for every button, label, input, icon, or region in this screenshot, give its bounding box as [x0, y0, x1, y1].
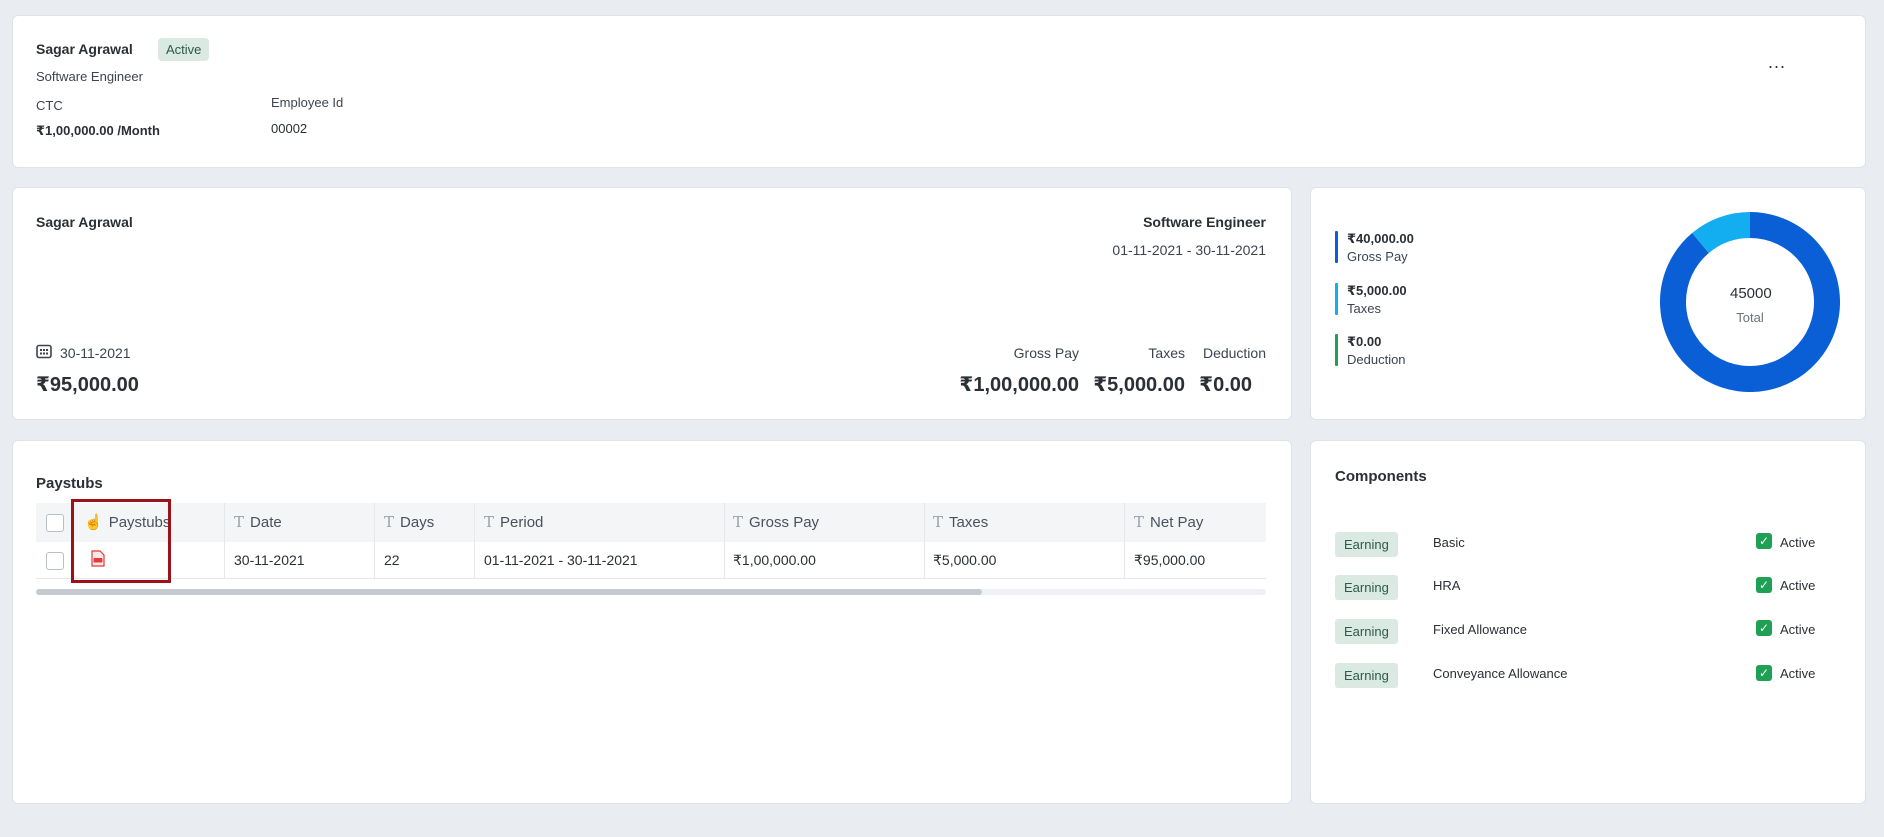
- donut-total-value: 45000: [1730, 285, 1772, 302]
- earning-tag: Earning: [1335, 532, 1398, 557]
- text-type-icon: T: [933, 513, 944, 531]
- active-label: Active: [1780, 578, 1816, 593]
- cell-taxes: ₹5,000.00: [933, 552, 997, 568]
- earning-tag: Earning: [1335, 619, 1398, 644]
- component-name-hra: HRA: [1433, 578, 1461, 593]
- gross-pay-label: Gross Pay: [1013, 345, 1079, 361]
- text-type-icon: T: [484, 513, 495, 531]
- active-checkbox[interactable]: ✓: [1756, 620, 1772, 636]
- column-header-gross-pay[interactable]: T Gross Pay: [733, 503, 819, 542]
- donut-slice-gross-pay: [1660, 212, 1840, 392]
- net-pay-value: ₹95,000.00: [36, 374, 139, 396]
- pay-donut-chart: [1660, 212, 1840, 392]
- summary-period: 01-11-2021 - 30-11-2021: [1112, 242, 1266, 258]
- summary-date: 30-11-2021: [60, 345, 131, 361]
- column-header-days[interactable]: T Days: [384, 503, 434, 542]
- active-label: Active: [1780, 666, 1816, 681]
- column-header-period[interactable]: T Period: [484, 503, 543, 542]
- legend-bar-gross-pay: [1335, 231, 1338, 263]
- calendar-icon: [36, 344, 52, 364]
- legend-value-gross-pay: ₹40,000.00: [1347, 231, 1414, 246]
- legend-label-deduction: Deduction: [1347, 352, 1406, 367]
- active-checkbox[interactable]: ✓: [1756, 665, 1772, 681]
- taxes-label: Taxes: [1148, 345, 1185, 361]
- components-title: Components: [1335, 468, 1427, 485]
- column-header-taxes[interactable]: T Taxes: [933, 503, 988, 542]
- text-type-icon: T: [384, 513, 395, 531]
- component-name-basic: Basic: [1433, 535, 1465, 550]
- summary-role: Software Engineer: [1143, 214, 1266, 230]
- status-badge: Active: [158, 38, 210, 61]
- select-all-checkbox[interactable]: [46, 514, 64, 532]
- donut-total-label: Total: [1736, 310, 1764, 325]
- deduction-label: Deduction: [1202, 345, 1266, 361]
- paystubs-table-header: ☝ Paystubs T Date T Days T Period T Gross Pay…: [36, 503, 1266, 542]
- earning-tag: Earning: [1335, 663, 1398, 688]
- text-type-icon: T: [733, 513, 744, 531]
- legend-value-deduction: ₹0.00: [1347, 334, 1382, 349]
- active-checkbox[interactable]: ✓: [1756, 533, 1772, 549]
- column-header-date[interactable]: T Date: [234, 503, 282, 542]
- employee-name: Sagar Agrawal: [36, 41, 133, 57]
- taxes-value: ₹5,000.00: [1093, 374, 1185, 396]
- gross-pay-value: ₹1,00,000.00: [959, 374, 1079, 396]
- legend-label-gross-pay: Gross Pay: [1347, 249, 1408, 264]
- component-name-conveyance-allowance: Conveyance Allowance: [1433, 666, 1568, 681]
- employee-id-label: Employee Id: [271, 95, 344, 110]
- text-type-icon: T: [1134, 513, 1145, 531]
- active-label: Active: [1780, 535, 1816, 550]
- text-type-icon: T: [234, 513, 245, 531]
- column-header-net-pay[interactable]: T Net Pay: [1134, 503, 1203, 542]
- earning-tag: Earning: [1335, 575, 1398, 600]
- cell-days: 22: [384, 552, 400, 568]
- cell-gross-pay: ₹1,00,000.00: [733, 552, 816, 568]
- cell-date: 30-11-2021: [234, 552, 305, 568]
- active-label: Active: [1780, 622, 1816, 637]
- component-name-fixed-allowance: Fixed Allowance: [1433, 622, 1527, 637]
- cell-net-pay: ₹95,000.00: [1134, 552, 1206, 568]
- cell-period: 01-11-2021 - 30-11-2021: [484, 552, 638, 568]
- deduction-value: ₹0.00: [1199, 374, 1252, 396]
- ctc-value: ₹1,00,000.00 /Month: [36, 123, 160, 138]
- table-row[interactable]: 30-11-2021 22 01-11-2021 - 30-11-2021 ₹1…: [36, 542, 1266, 579]
- paystubs-card: [12, 440, 1292, 804]
- employee-id-value: 00002: [271, 121, 308, 136]
- ctc-label: CTC: [36, 98, 63, 113]
- legend-label-taxes: Taxes: [1347, 301, 1381, 316]
- employee-role: Software Engineer: [36, 69, 143, 84]
- active-checkbox[interactable]: ✓: [1756, 577, 1772, 593]
- paystubs-title: Paystubs: [36, 475, 103, 492]
- legend-bar-deduction: [1335, 334, 1338, 366]
- legend-value-taxes: ₹5,000.00: [1347, 283, 1407, 298]
- highlight-box: [71, 499, 171, 583]
- horizontal-scrollbar-thumb[interactable]: [36, 589, 982, 595]
- employee-header-card: [12, 15, 1866, 168]
- row-checkbox[interactable]: [46, 552, 64, 570]
- summary-name: Sagar Agrawal: [36, 214, 133, 230]
- donut-slice-taxes: [1692, 212, 1751, 254]
- more-options-button[interactable]: ...: [1768, 52, 1786, 73]
- legend-bar-taxes: [1335, 283, 1338, 315]
